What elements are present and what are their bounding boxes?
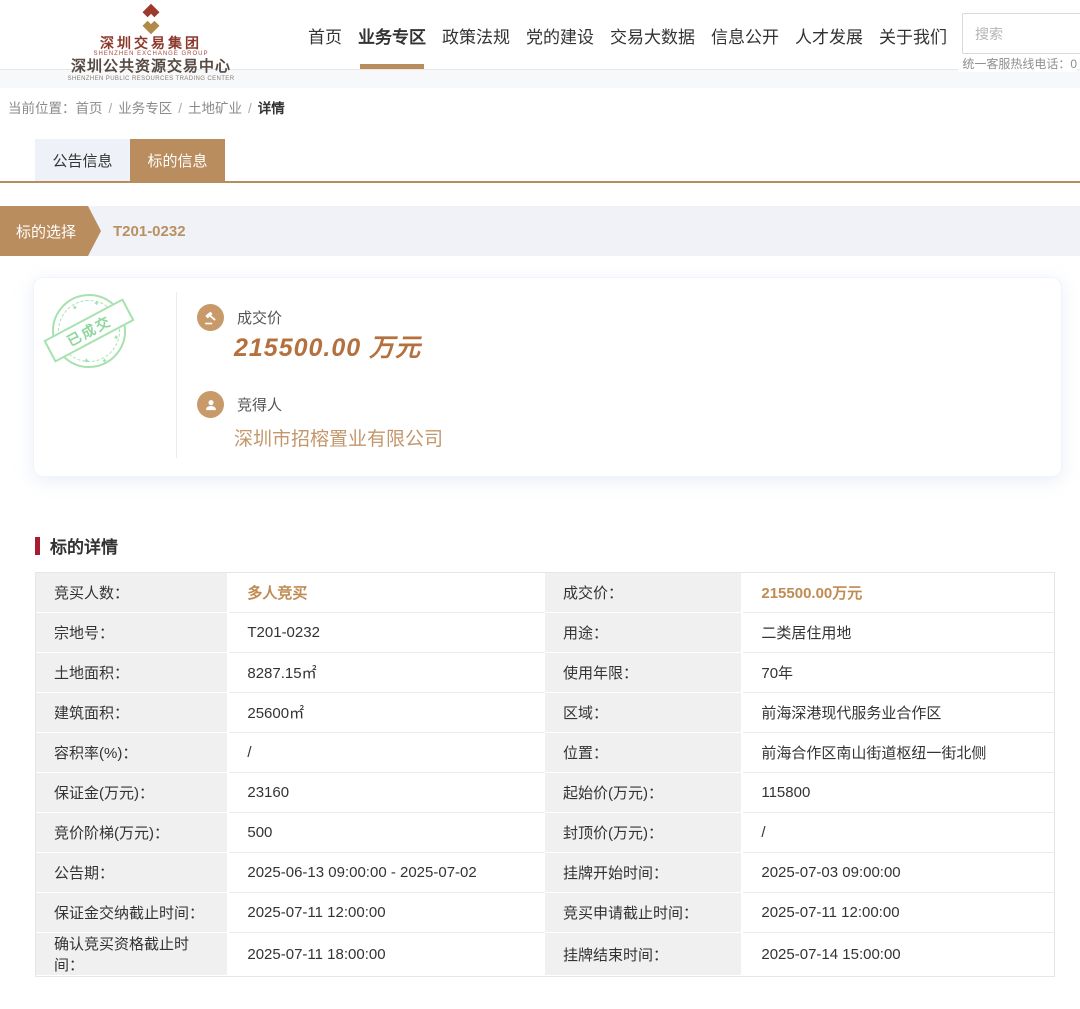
field-label: 容积率(%)： xyxy=(36,733,229,773)
breadcrumb-link[interactable]: 首页 xyxy=(76,101,103,116)
field-value: 2025-07-11 12:00:00 xyxy=(229,893,545,933)
field-label: 竞买申请截止时间： xyxy=(545,893,743,933)
field-label: 区域： xyxy=(545,693,743,733)
field-label: 用途： xyxy=(545,613,743,653)
table-row: 确认竞买资格截止时间：2025-07-11 18:00:00挂牌结束时间：202… xyxy=(36,933,1054,976)
field-value: 25600㎡ xyxy=(229,693,545,733)
field-value: 23160 xyxy=(229,773,545,813)
nav-item-人才发展[interactable]: 人才发展 xyxy=(795,23,863,48)
main-nav: 首页业务专区政策法规党的建设交易大数据信息公开人才发展关于我们 xyxy=(308,0,947,70)
field-value: / xyxy=(229,733,545,773)
tab-announcement-info[interactable]: 公告信息 xyxy=(35,139,130,181)
detail-title-text: 标的详情 xyxy=(50,533,118,558)
field-value: 215500.00万元 xyxy=(743,573,1054,613)
gavel-icon xyxy=(197,304,224,331)
field-value: 2025-06-13 09:00:00 - 2025-07-02 xyxy=(229,853,545,893)
breadcrumb-separator: / xyxy=(178,101,182,116)
search-input[interactable] xyxy=(962,13,1080,54)
brand-cn-line1: 深圳交易集团 xyxy=(62,36,240,51)
field-value: 8287.15㎡ xyxy=(229,653,545,693)
brand-cn-line2: 深圳公共资源交易中心 xyxy=(62,58,240,75)
field-label: 挂牌开始时间： xyxy=(545,853,743,893)
breadcrumb-link[interactable]: 业务专区 xyxy=(118,101,172,116)
field-label: 保证金(万元)： xyxy=(36,773,229,813)
brand-en-line1: SHENZHEN EXCHANGE GROUP xyxy=(62,51,240,58)
table-row: 容积率(%)：/位置：前海合作区南山街道枢纽一街北侧 xyxy=(36,733,1054,773)
nav-item-业务专区[interactable]: 业务专区 xyxy=(358,23,426,48)
nav-item-交易大数据[interactable]: 交易大数据 xyxy=(610,23,695,48)
field-label: 建筑面积： xyxy=(36,693,229,733)
tab-target-info[interactable]: 标的信息 xyxy=(130,139,225,181)
nav-item-信息公开[interactable]: 信息公开 xyxy=(711,23,779,48)
site-header: 深圳交易集团 SHENZHEN EXCHANGE GROUP 深圳公共资源交易中… xyxy=(0,0,1080,70)
field-label: 土地面积： xyxy=(36,653,229,693)
table-row: 保证金交纳截止时间：2025-07-11 12:00:00竞买申请截止时间：20… xyxy=(36,893,1054,933)
table-row: 保证金(万元)：23160起始价(万元)：115800 xyxy=(36,773,1054,813)
nav-item-政策法规[interactable]: 政策法规 xyxy=(442,23,510,48)
field-label: 公告期： xyxy=(36,853,229,893)
field-label: 竞价阶梯(万元)： xyxy=(36,813,229,853)
field-value: 500 xyxy=(229,813,545,853)
field-label: 封顶价(万元)： xyxy=(545,813,743,853)
field-value: 2025-07-03 09:00:00 xyxy=(743,853,1054,893)
field-label: 成交价： xyxy=(545,573,743,613)
target-select-label[interactable]: 标的选择 xyxy=(0,206,101,256)
card-divider xyxy=(176,292,177,458)
person-icon xyxy=(197,391,224,418)
table-row: 公告期：2025-06-13 09:00:00 - 2025-07-02挂牌开始… xyxy=(36,853,1054,893)
detail-section-title: 标的详情 xyxy=(35,533,1080,558)
field-label: 挂牌结束时间： xyxy=(545,933,743,976)
deal-result-card: ✦ ✦ ✦ ✦ ✦ ✦ 已成交 成交价 215500.00 万元 xyxy=(33,277,1062,477)
hotline-text: 统一客服热线电话：0 xyxy=(958,55,1077,72)
target-code-chip[interactable]: T201-0232 xyxy=(113,223,186,240)
detail-table: 竞买人数：多人竞买成交价：215500.00万元宗地号：T201-0232用途：… xyxy=(35,572,1055,977)
logo-diamond-icon xyxy=(134,2,168,36)
target-select-bar: 标的选择 T201-0232 xyxy=(0,206,1080,256)
field-value: 2025-07-11 12:00:00 xyxy=(743,893,1054,933)
breadcrumb-link[interactable]: 土地矿业 xyxy=(188,101,242,116)
deal-winner-value: 深圳市招榕置业有限公司 xyxy=(234,424,443,451)
breadcrumb-separator: / xyxy=(109,101,113,116)
table-row: 土地面积：8287.15㎡使用年限：70年 xyxy=(36,653,1054,693)
breadcrumb-prefix: 当前位置： xyxy=(8,101,76,116)
field-label: 宗地号： xyxy=(36,613,229,653)
table-row: 竞买人数：多人竞买成交价：215500.00万元 xyxy=(36,573,1054,613)
table-row: 建筑面积：25600㎡区域：前海深港现代服务业合作区 xyxy=(36,693,1054,733)
breadcrumb-current: 详情 xyxy=(258,101,285,116)
tab-bar: 公告信息 标的信息 xyxy=(0,139,1080,183)
field-value: 二类居住用地 xyxy=(743,613,1054,653)
breadcrumb: 当前位置：首页 / 业务专区 / 土地矿业 / 详情 xyxy=(0,88,1080,117)
nav-item-首页[interactable]: 首页 xyxy=(308,23,342,48)
nav-item-关于我们[interactable]: 关于我们 xyxy=(879,23,947,48)
field-label: 位置： xyxy=(545,733,743,773)
field-value: 2025-07-11 18:00:00 xyxy=(229,933,545,976)
site-logo[interactable]: 深圳交易集团 SHENZHEN EXCHANGE GROUP 深圳公共资源交易中… xyxy=(62,2,240,83)
brand-en-line2: SHENZHEN PUBLIC RESOURCES TRADING CENTER xyxy=(62,75,240,83)
field-value: 70年 xyxy=(743,653,1054,693)
field-value: T201-0232 xyxy=(229,613,545,653)
field-value: / xyxy=(743,813,1054,853)
deal-done-stamp: ✦ ✦ ✦ ✦ ✦ ✦ 已成交 xyxy=(48,290,129,371)
title-accent-bar xyxy=(35,537,40,555)
field-value: 2025-07-14 15:00:00 xyxy=(743,933,1054,976)
field-label: 保证金交纳截止时间： xyxy=(36,893,229,933)
field-value: 115800 xyxy=(743,773,1054,813)
field-label: 起始价(万元)： xyxy=(545,773,743,813)
field-value: 前海深港现代服务业合作区 xyxy=(743,693,1054,733)
nav-item-党的建设[interactable]: 党的建设 xyxy=(526,23,594,48)
field-label: 使用年限： xyxy=(545,653,743,693)
deal-price-label: 成交价 xyxy=(237,307,282,328)
table-row: 宗地号：T201-0232用途：二类居住用地 xyxy=(36,613,1054,653)
field-label: 确认竞买资格截止时间： xyxy=(36,933,229,976)
table-row: 竞价阶梯(万元)：500封顶价(万元)：/ xyxy=(36,813,1054,853)
field-value: 前海合作区南山街道枢纽一街北侧 xyxy=(743,733,1054,773)
deal-price-value: 215500.00 万元 xyxy=(234,328,421,364)
field-value: 多人竞买 xyxy=(229,573,545,613)
deal-winner-label: 竞得人 xyxy=(237,394,282,415)
field-label: 竞买人数： xyxy=(36,573,229,613)
breadcrumb-separator: / xyxy=(248,101,252,116)
